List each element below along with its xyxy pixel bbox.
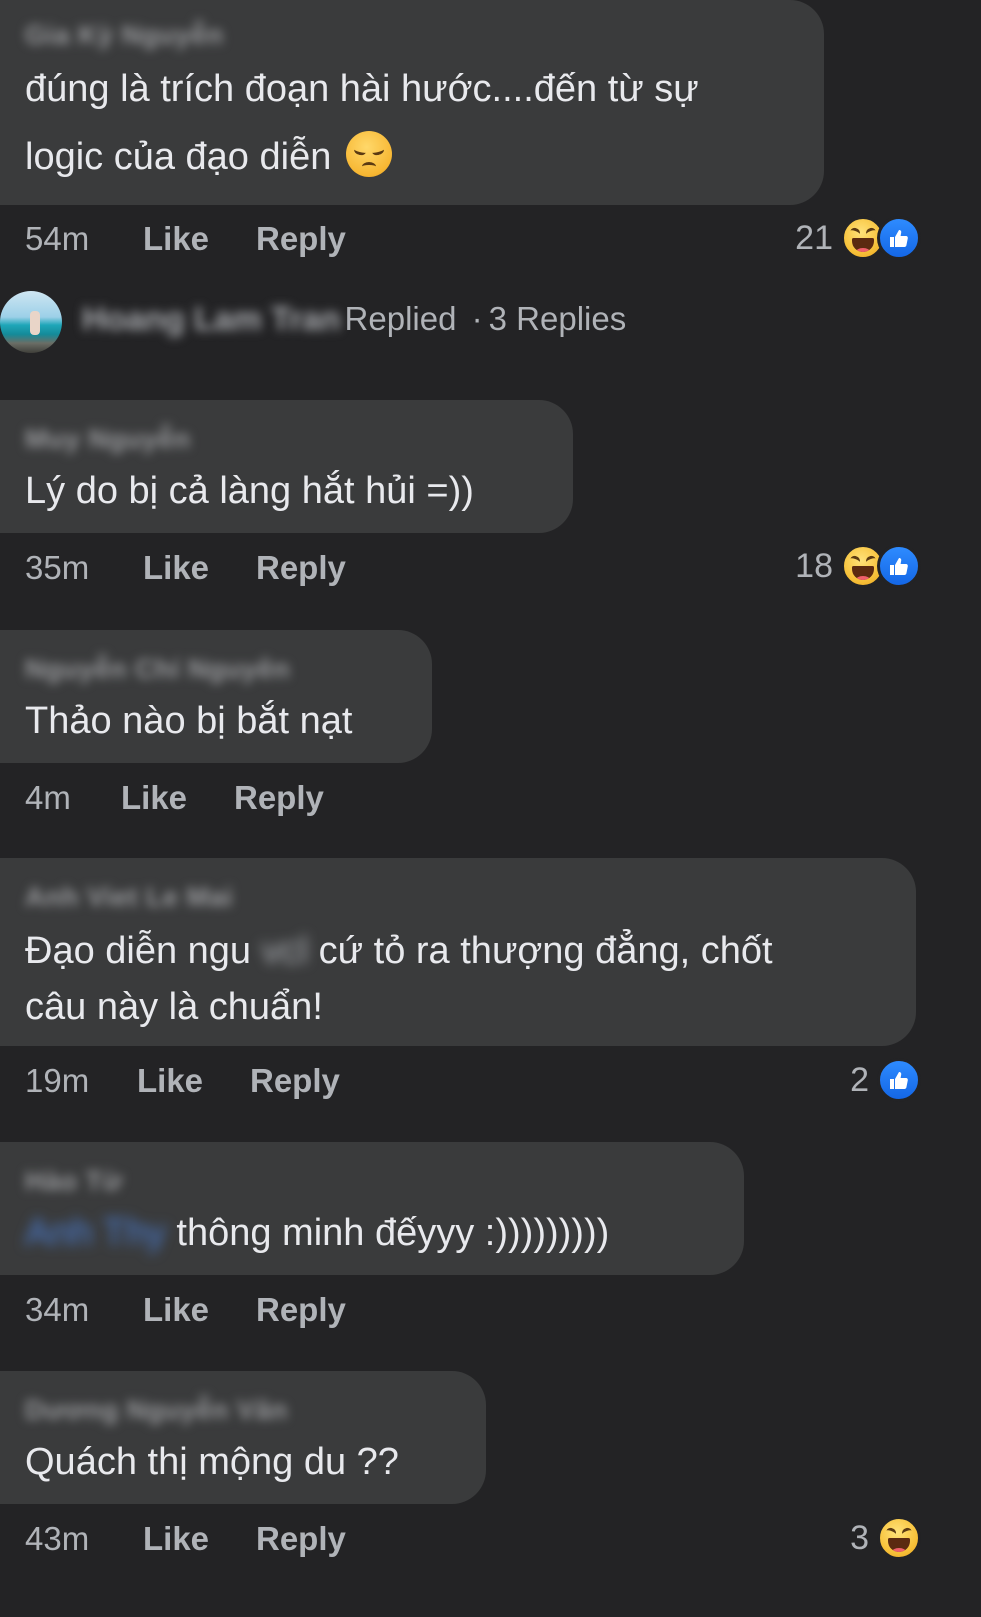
comment-text: Anh Thy thông minh đếyyy :))))))))) [25, 1212, 610, 1254]
reply-button[interactable]: Reply [256, 220, 346, 258]
reply-button[interactable]: Reply [256, 549, 346, 587]
like-button[interactable]: Like [143, 1291, 209, 1329]
comment-bubble: Anh Viet Le Mai Đạo diễn ngu vcl cứ tỏ r… [0, 858, 916, 1046]
reaction-count: 2 [850, 1060, 869, 1099]
comment-bubble: Muy Nguyễn Lý do bị cả làng hắt hủi =)) [0, 400, 573, 533]
like-button[interactable]: Like [143, 220, 209, 258]
comment-author[interactable]: Gia Kỳ Nguyễn [25, 20, 224, 51]
haha-icon [877, 1516, 921, 1560]
replier-name: Hoang Lam Tran [82, 300, 341, 337]
comment-bubble: Hào Từ Anh Thy thông minh đếyyy :)))))))… [0, 1142, 744, 1275]
reply-button[interactable]: Reply [256, 1291, 346, 1329]
like-button[interactable]: Like [143, 1520, 209, 1558]
comment-time[interactable]: 35m [25, 549, 89, 587]
like-icon [877, 1058, 921, 1102]
comment-author[interactable]: Nguyễn Chí Nguyên [25, 654, 290, 685]
replied-label: Replied [344, 300, 457, 337]
like-button[interactable]: Like [137, 1062, 203, 1100]
comment-time[interactable]: 19m [25, 1062, 89, 1100]
like-button[interactable]: Like [121, 779, 187, 817]
comment-text: Lý do bị cả làng hắt hủi =)) [25, 470, 474, 512]
comment-time[interactable]: 4m [25, 779, 71, 817]
comment-bubble: Dương Nguyễn Văn Quách thị mộng du ?? [0, 1371, 486, 1504]
avatar[interactable] [0, 291, 62, 353]
comment-text: Đạo diễn ngu vcl cứ tỏ ra thượng đẳng, c… [25, 930, 773, 972]
comment-meta: 4m Like Reply [25, 779, 525, 819]
comment-author[interactable]: Hào Từ [25, 1166, 123, 1197]
reply-button[interactable]: Reply [250, 1062, 340, 1100]
disappointed-face-icon [345, 131, 392, 177]
reaction-summary[interactable]: 2 [850, 1056, 921, 1104]
comment-meta: 34m Like Reply [25, 1291, 525, 1331]
comment-author[interactable]: Dương Nguyễn Văn [25, 1395, 288, 1426]
censored-word: vcl [261, 930, 309, 972]
comment-text: Quách thị mộng du ?? [25, 1441, 399, 1483]
comment-meta: 54m Like Reply [25, 220, 525, 260]
replies-count: 3 Replies [488, 300, 627, 337]
comment-author[interactable]: Anh Viet Le Mai [25, 882, 233, 913]
comment-time[interactable]: 43m [25, 1520, 89, 1558]
reaction-summary[interactable]: 3 [850, 1514, 921, 1562]
comment-bubble: Nguyễn Chí Nguyên Thảo nào bị bắt nạt [0, 630, 432, 763]
comment-time[interactable]: 54m [25, 220, 89, 258]
reply-button[interactable]: Reply [234, 779, 324, 817]
mention-link[interactable]: Anh Thy [25, 1212, 166, 1254]
like-icon [877, 544, 921, 588]
comment-time[interactable]: 34m [25, 1291, 89, 1329]
like-icon [877, 216, 921, 260]
reaction-count: 3 [850, 1518, 869, 1557]
reaction-count: 21 [795, 218, 833, 257]
comment-text: Thảo nào bị bắt nạt [25, 700, 353, 742]
view-replies-link[interactable]: Hoang Lam Tran Replied · 3 Replies [82, 300, 626, 338]
like-button[interactable]: Like [143, 549, 209, 587]
reply-button[interactable]: Reply [256, 1520, 346, 1558]
separator: · [471, 300, 483, 337]
comment-text: logic của đạo diễn [25, 126, 392, 188]
comment-text: đúng là trích đoạn hài hước....đến từ sự [25, 68, 699, 110]
comment-author[interactable]: Muy Nguyễn [25, 424, 191, 455]
comment-meta: 35m Like Reply [25, 549, 525, 589]
reaction-summary[interactable]: 21 [795, 214, 921, 262]
comment-meta: 19m Like Reply [25, 1062, 525, 1102]
reaction-count: 18 [795, 546, 833, 585]
reaction-summary[interactable]: 18 [795, 542, 921, 590]
comment-meta: 43m Like Reply [25, 1520, 525, 1560]
comment-bubble: Gia Kỳ Nguyễn đúng là trích đoạn hài hướ… [0, 0, 824, 205]
comment-text: câu này là chuẩn! [25, 986, 323, 1028]
